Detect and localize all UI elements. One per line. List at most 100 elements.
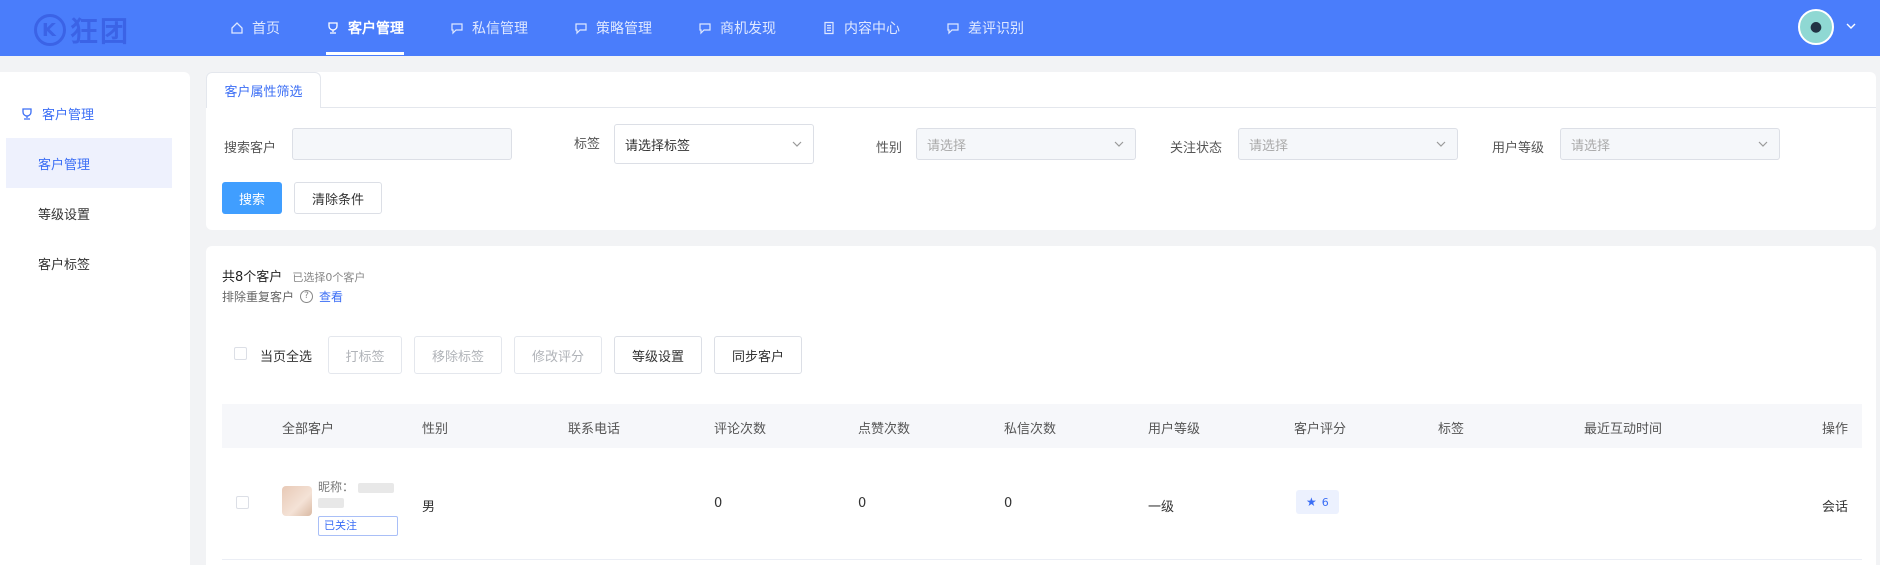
nav-message-management[interactable]: 私信管理: [450, 0, 528, 56]
col-messages: 私信次数: [1004, 422, 1057, 437]
nav-strategy-management-label: 策略管理: [596, 21, 652, 37]
follow-status-label: 关注状态: [1170, 141, 1223, 156]
gender-label: 性别: [876, 141, 903, 156]
nav-opportunity-discovery-label: 商机发现: [720, 21, 776, 37]
customer-gender: 男: [422, 500, 436, 515]
chat-icon: [450, 21, 464, 35]
follow-status-placeholder: 请选择: [1249, 138, 1289, 154]
search-customer-label: 搜索客户: [224, 141, 277, 156]
chevron-down-icon: [791, 138, 803, 150]
search-button[interactable]: 搜索: [222, 182, 282, 214]
gender-select-placeholder: 请选择: [927, 138, 967, 154]
sidebar-item-customer-tags[interactable]: 客户标签: [6, 238, 172, 288]
table-row: 昵称： 已关注 男 0 0 0 一级 ★ 6 会话: [222, 448, 1862, 560]
sync-customers-button[interactable]: 同步客户: [714, 336, 802, 374]
nav-home-label: 首页: [252, 21, 280, 37]
sidebar-item-label: 客户标签: [38, 257, 91, 273]
sidebar-item-level-settings[interactable]: 等级设置: [6, 188, 172, 238]
customer-level: 一级: [1148, 500, 1175, 515]
customer-list-panel: 共8个客户 已选择0个客户 排除重复客户 ? 查看 当页全选 打标签 移除标签 …: [206, 246, 1876, 565]
sidebar-group-customer[interactable]: 客户管理: [20, 104, 94, 123]
dedupe-label: 排除重复客户: [222, 290, 295, 304]
nav-opportunity-discovery[interactable]: 商机发现: [698, 0, 776, 56]
filter-panel: 客户属性筛选 搜索客户 标签 请选择标签 性别 请选择 关注状态 请选择 用户等…: [206, 72, 1876, 230]
table-header: 全部客户 性别 联系电话 评论次数 点赞次数 私信次数 用户等级 客户评分 标签…: [222, 404, 1862, 448]
nav-negative-review[interactable]: 差评识别: [946, 0, 1024, 56]
filter-tab-label: 客户属性筛选: [224, 85, 303, 100]
sidebar-item-label: 客户管理: [38, 157, 91, 173]
follow-status-badge: 已关注: [318, 516, 398, 536]
edit-score-button[interactable]: 修改评分: [514, 336, 602, 374]
col-all-customers: 全部客户: [282, 422, 335, 437]
col-comments: 评论次数: [714, 422, 767, 437]
col-actions: 操作: [1822, 422, 1849, 437]
col-gender: 性别: [422, 422, 449, 437]
dedupe-view-link[interactable]: 查看: [319, 288, 343, 305]
nav-message-management-label: 私信管理: [472, 21, 528, 37]
tag-button[interactable]: 打标签: [328, 336, 402, 374]
dedupe-row: 排除重复客户 ? 查看: [222, 288, 343, 305]
trophy-icon: [20, 107, 34, 121]
user-level-label: 用户等级: [1492, 141, 1545, 156]
customer-avatar: [282, 486, 312, 516]
clear-filters-button[interactable]: 清除条件: [294, 182, 382, 214]
help-icon[interactable]: ?: [300, 290, 314, 303]
tag-select[interactable]: 请选择标签: [614, 124, 814, 164]
sidebar: 客户管理 客户管理 等级设置 客户标签: [0, 72, 190, 565]
nav-strategy-management[interactable]: 策略管理: [574, 0, 652, 56]
row-checkbox[interactable]: [236, 496, 249, 509]
home-icon: [230, 21, 244, 35]
chevron-down-icon: [1113, 138, 1125, 150]
sidebar-item-customer-management[interactable]: 客户管理: [6, 138, 172, 188]
col-user-level: 用户等级: [1148, 422, 1201, 437]
user-level-select[interactable]: 请选择: [1560, 128, 1780, 160]
search-customer-input[interactable]: [292, 128, 512, 160]
tag-select-value: 请选择标签: [625, 138, 691, 154]
document-icon: [822, 21, 836, 35]
score-value: 6: [1321, 495, 1329, 509]
nav-customer-management[interactable]: 客户管理: [326, 0, 404, 56]
remove-tag-button[interactable]: 移除标签: [414, 336, 502, 374]
chat-link[interactable]: 会话: [1822, 496, 1848, 515]
main-nav: 首页 客户管理 私信管理 策略管理 商机发现 内容中心 差评识别: [230, 0, 1070, 56]
redacted-name-line: [318, 498, 344, 508]
chat-icon: [698, 21, 712, 35]
customer-comments: 0: [714, 496, 723, 511]
follow-status-select[interactable]: 请选择: [1238, 128, 1458, 160]
col-tags: 标签: [1438, 422, 1465, 437]
chevron-down-icon[interactable]: [1844, 19, 1858, 33]
chevron-down-icon: [1757, 138, 1769, 150]
customer-likes: 0: [858, 496, 867, 511]
star-icon: ★: [1306, 495, 1317, 509]
nickname-label: 昵称：: [318, 480, 355, 494]
tag-label: 标签: [574, 137, 601, 152]
chevron-down-icon: [1435, 138, 1447, 150]
col-phone: 联系电话: [568, 422, 621, 437]
nav-content-center-label: 内容中心: [844, 21, 900, 37]
redacted-nickname: [357, 482, 394, 493]
sidebar-item-label: 等级设置: [38, 207, 91, 223]
nav-home[interactable]: 首页: [230, 0, 280, 56]
tab-customer-attribute-filter[interactable]: 客户属性筛选: [206, 72, 321, 108]
level-setting-button[interactable]: 等级设置: [614, 336, 702, 374]
nav-content-center[interactable]: 内容中心: [822, 0, 900, 56]
user-avatar[interactable]: ●: [1798, 9, 1834, 45]
nav-customer-management-label: 客户管理: [348, 21, 404, 37]
select-all-checkbox[interactable]: [234, 347, 247, 360]
logo-text: 狂团: [70, 15, 131, 48]
chat-icon: [946, 21, 960, 35]
chat-icon: [574, 21, 588, 35]
col-customer-score: 客户评分: [1294, 422, 1347, 437]
gender-select[interactable]: 请选择: [916, 128, 1136, 160]
avatar-face-icon: ●: [1809, 19, 1823, 35]
customer-count: 共8个客户 已选择0个客户: [222, 266, 365, 285]
selected-count-text: 已选择0个客户: [292, 271, 366, 284]
customer-messages: 0: [1004, 496, 1013, 511]
col-last-interaction: 最近互动时间: [1584, 422, 1663, 437]
select-all-label: 当页全选: [260, 350, 313, 365]
customer-nickname: 昵称：: [318, 478, 394, 495]
logo[interactable]: K 狂团: [34, 10, 130, 50]
trophy-icon: [326, 21, 340, 35]
customer-score-badge[interactable]: ★ 6: [1296, 490, 1339, 514]
user-level-placeholder: 请选择: [1571, 138, 1611, 154]
